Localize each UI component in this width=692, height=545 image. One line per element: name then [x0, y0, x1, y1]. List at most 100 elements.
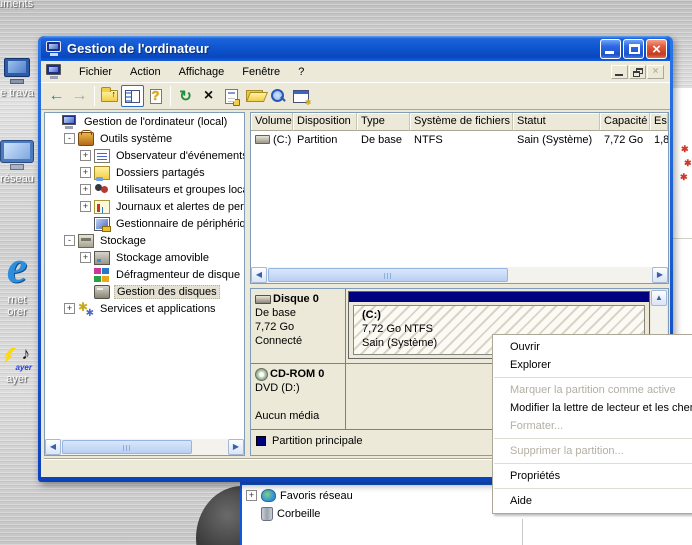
desktop-icon-media-player[interactable]: ♪ ayer ayer	[0, 344, 40, 385]
screen: uments e trava réseau e rnet orer ♪ ayer…	[0, 0, 692, 545]
expand-icon[interactable]: +	[80, 167, 91, 178]
context-menu-proprietes[interactable]: Propriétés	[493, 467, 692, 485]
tree-item-gestion-des-disques[interactable]: Gestion des disques	[45, 283, 244, 300]
find-button[interactable]	[266, 85, 289, 107]
menu-aide[interactable]: ?	[289, 63, 313, 81]
console-tree-panel: Gestion de l'ordinateur (local) - Outils…	[44, 112, 245, 456]
my-computer-icon	[2, 58, 32, 84]
tree-item-utilisateurs-groupes[interactable]: + Utilisateurs et groupes locau:	[45, 181, 244, 198]
volume-capacite: 7,72 Go	[600, 134, 650, 146]
window-icon	[46, 41, 62, 56]
red-mark-icon: ✱	[681, 144, 689, 155]
removable-storage-icon	[94, 251, 110, 265]
disk-management-icon	[94, 285, 110, 299]
event-viewer-icon	[94, 149, 110, 163]
menu-action[interactable]: Action	[121, 63, 170, 81]
tree-item-services-applications[interactable]: + Services et applications	[45, 300, 244, 317]
scroll-right-icon[interactable]: ▶	[228, 439, 244, 455]
volume-espace: 1,8	[650, 134, 668, 146]
show-console-tree-button[interactable]	[121, 85, 144, 107]
network-monitor-icon	[0, 140, 35, 170]
tree-item-outils-systeme[interactable]: - Outils système	[45, 130, 244, 147]
volume-row-c[interactable]: (C:) Partition De base NTFS Sain (Systèm…	[251, 131, 668, 148]
cdrom-0-info[interactable]: CD-ROM 0 DVD (D:) Aucun média	[251, 364, 346, 429]
tree-item-stockage[interactable]: - Stockage	[45, 232, 244, 249]
tree-item-stockage-amovible[interactable]: + Stockage amovible	[45, 249, 244, 266]
scrollbar-thumb[interactable]	[62, 440, 192, 454]
volume-list-horizontal-scrollbar[interactable]: ◀ ▶	[251, 267, 668, 283]
context-menu-modifier-lettre[interactable]: Modifier la lettre de lecteur et les che…	[493, 399, 692, 417]
desktop-icon-favoris-reseau[interactable]: réseau	[0, 140, 40, 185]
help-topics-button[interactable]: ?	[144, 85, 167, 107]
console-window-button[interactable]	[289, 85, 312, 107]
mdi-minimize-button[interactable]	[611, 65, 628, 79]
mdi-restore-button[interactable]	[629, 65, 646, 79]
partition-type-band	[349, 292, 649, 302]
scrollbar-thumb[interactable]	[268, 268, 508, 282]
title-bar[interactable]: Gestion de l'ordinateur ×	[41, 36, 670, 61]
expand-icon[interactable]: +	[80, 150, 91, 161]
column-header-systeme-fichiers[interactable]: Système de fichiers	[410, 113, 513, 131]
magnifier-icon	[270, 88, 286, 104]
scroll-left-icon[interactable]: ◀	[45, 439, 61, 455]
tree-item-observateur-evenements[interactable]: + Observateur d'événements	[45, 147, 244, 164]
local-users-icon	[94, 183, 110, 197]
explorer-tree-item-favoris-reseau[interactable]: + Favoris réseau	[246, 489, 353, 502]
disk-0-info[interactable]: Disque 0 De base 7,72 Go Connecté	[251, 289, 346, 363]
collapse-icon[interactable]: -	[64, 133, 75, 144]
close-button[interactable]: ×	[646, 39, 667, 59]
properties-button[interactable]	[220, 85, 243, 107]
column-header-disposition[interactable]: Disposition	[293, 113, 357, 131]
back-button[interactable]: ←	[45, 85, 68, 107]
context-menu-marquer-active[interactable]: Marquer la partition comme active	[493, 381, 692, 399]
context-menu-supprimer-partition[interactable]: Supprimer la partition...	[493, 442, 692, 460]
column-header-type[interactable]: Type	[357, 113, 410, 131]
open-folder-button[interactable]	[243, 85, 266, 107]
up-one-level-button[interactable]: ↑	[98, 85, 121, 107]
tree-item-defragmenteur[interactable]: Défragmenteur de disque	[45, 266, 244, 283]
tree-item-gestion-ordinateur[interactable]: Gestion de l'ordinateur (local)	[45, 113, 244, 130]
scroll-left-icon[interactable]: ◀	[251, 267, 267, 283]
tree-item-gestionnaire-peripheriques[interactable]: Gestionnaire de périphérique	[45, 215, 244, 232]
scroll-right-icon[interactable]: ▶	[652, 267, 668, 283]
context-menu-aide[interactable]: Aide	[493, 492, 692, 510]
desktop-icon-poste-de-travail[interactable]: e trava	[0, 58, 40, 99]
console-window-icon	[293, 90, 309, 103]
volume-statut: Sain (Système)	[513, 134, 600, 146]
delete-button[interactable]: ×	[197, 85, 220, 107]
mdi-close-button[interactable]: ×	[647, 65, 664, 79]
expand-icon[interactable]: +	[246, 490, 257, 501]
minimize-button[interactable]	[600, 39, 621, 59]
scroll-up-icon[interactable]: ▲	[651, 290, 667, 306]
tree-item-journaux-alertes[interactable]: + Journaux et alertes de perfo	[45, 198, 244, 215]
refresh-icon: ↻	[179, 87, 192, 105]
context-menu-explorer[interactable]: Explorer	[493, 356, 692, 374]
maximize-button[interactable]	[623, 39, 644, 59]
column-header-statut[interactable]: Statut	[513, 113, 600, 131]
refresh-button[interactable]: ↻	[174, 85, 197, 107]
explorer-tree-item-corbeille[interactable]: Corbeille	[261, 507, 320, 521]
tree-horizontal-scrollbar[interactable]: ◀ ▶	[45, 439, 244, 455]
menu-affichage[interactable]: Affichage	[170, 63, 234, 81]
forward-button[interactable]: →	[68, 85, 91, 107]
context-menu-formater[interactable]: Formater...	[493, 417, 692, 435]
expand-icon[interactable]: +	[80, 201, 91, 212]
context-menu-ouvrir[interactable]: Ouvrir	[493, 338, 692, 356]
column-header-volume[interactable]: Volume	[251, 113, 293, 131]
column-header-capacite[interactable]: Capacité	[600, 113, 650, 131]
menu-fenetre[interactable]: Fenêtre	[233, 63, 289, 81]
desktop-icon-label: e trava	[0, 87, 34, 99]
expand-icon[interactable]: +	[80, 252, 91, 263]
menu-fichier[interactable]: Fichier	[70, 63, 121, 81]
red-mark-icon: ✱	[684, 158, 692, 169]
column-header-espace[interactable]: Esp	[650, 113, 668, 131]
collapse-icon[interactable]: -	[64, 235, 75, 246]
explorer-tree-label: Corbeille	[277, 508, 320, 520]
tree-item-dossiers-partages[interactable]: + Dossiers partagés	[45, 164, 244, 181]
disk-size: 7,72 Go	[255, 320, 341, 334]
disk-type: De base	[255, 306, 341, 320]
expand-icon[interactable]: +	[64, 303, 75, 314]
desktop-icon-internet-explorer[interactable]: e rnet orer	[0, 243, 40, 318]
expand-icon[interactable]: +	[80, 184, 91, 195]
toolbar-separator	[94, 86, 95, 106]
